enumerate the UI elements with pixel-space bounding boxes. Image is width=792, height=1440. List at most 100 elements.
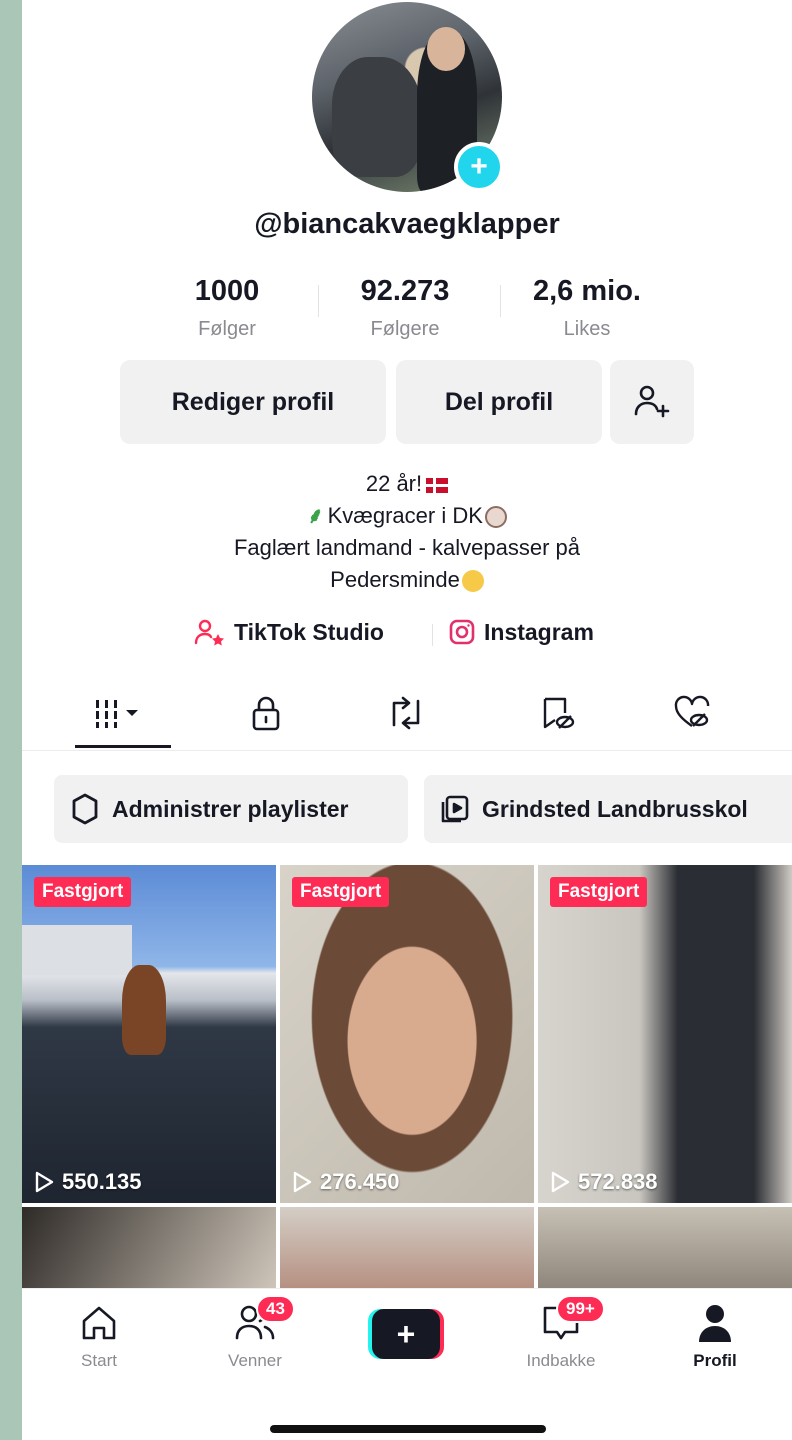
view-count: 550.135 (34, 1169, 142, 1195)
bio-line-1: 22 år! (22, 468, 792, 500)
playlists-row: Administrer playlister Grindsted Landbru… (22, 775, 792, 843)
nav-profile-icon-wrap (660, 1301, 770, 1345)
stat-divider (500, 285, 501, 317)
nav-inbox-label: Indbakke (526, 1351, 596, 1370)
view-count-value: 572.838 (578, 1169, 658, 1194)
view-count-value: 550.135 (62, 1169, 142, 1194)
thumbnail-cow (122, 965, 166, 1055)
video-thumbnail[interactable]: Fastgjort 572.838 (538, 865, 792, 1203)
profile-stats: 1000 Følger 92.273 Følgere 2,6 mio. Like… (22, 275, 792, 345)
nav-home-icon-wrap (44, 1301, 154, 1345)
profile-screen: + @biancakvaegklapper 1000 Følger 92.273… (22, 0, 792, 1440)
bio-age: 22 år! (365, 471, 423, 496)
bio-line-4: Pedersminde (22, 564, 792, 596)
manage-playlists-label: Administrer playlister (112, 795, 349, 822)
lock-icon (252, 696, 280, 731)
stat-divider (318, 285, 319, 317)
playlist-chip[interactable]: Grindsted Landbrusskol (424, 775, 792, 843)
play-icon (551, 1171, 570, 1193)
cow-face-icon (484, 506, 507, 529)
stat-followers-value: 92.273 (360, 275, 450, 307)
tab-videos[interactable] (92, 693, 152, 733)
nav-inbox[interactable]: 99+ Indbakke (506, 1295, 616, 1371)
studio-icon (194, 619, 224, 646)
pinned-badge: Fastgjort (550, 877, 648, 907)
avatar-cow (332, 57, 422, 177)
profile-icon (699, 1305, 731, 1342)
stat-likes-label: Likes (563, 318, 611, 340)
stat-followers[interactable]: 92.273 Følgere (340, 275, 470, 341)
stat-following-label: Følger (198, 318, 256, 340)
sprout-icon: ⸙ (307, 503, 324, 528)
content-tabs (22, 683, 792, 751)
nav-friends[interactable]: 43 Venner (200, 1295, 310, 1371)
home-icon (82, 1306, 116, 1340)
stat-likes-value: 2,6 mio. (533, 275, 641, 307)
bio: 22 år! ⸙ Kvægracer i DK Faglært landmand … (22, 468, 792, 596)
video-thumbnail[interactable] (538, 1207, 792, 1290)
bio-occupation: Kvægracer i DK (327, 503, 483, 528)
repost-icon (392, 696, 420, 730)
playlist-label: Grindsted Landbrusskol (482, 795, 748, 822)
nav-home[interactable]: Start (44, 1301, 154, 1371)
tab-favorites[interactable] (527, 693, 587, 733)
tab-private[interactable] (236, 693, 296, 733)
view-count-value: 276.450 (320, 1169, 400, 1194)
bottom-navigation: Start 43 Venner + 99+ Indbakke Profil (22, 1288, 792, 1388)
create-button[interactable]: + (368, 1309, 444, 1359)
add-person-icon (634, 385, 670, 418)
bio-line-3: Faglært landmand - kalvepasser på (233, 535, 581, 560)
grid-icon (96, 700, 138, 728)
link-divider (432, 624, 433, 646)
nav-inbox-icon-wrap: 99+ (506, 1295, 616, 1345)
inbox-badge: 99+ (556, 1295, 605, 1323)
instagram-link[interactable]: Instagram (448, 618, 594, 646)
plus-icon: + (372, 1309, 440, 1359)
profile-links: TikTok Studio Instagram (22, 618, 792, 652)
nav-profile[interactable]: Profil (660, 1301, 770, 1371)
active-tab-indicator (75, 745, 171, 748)
home-indicator (270, 1425, 546, 1433)
manage-playlists-button[interactable]: Administrer playlister (54, 775, 408, 843)
video-thumbnail[interactable] (22, 1207, 276, 1290)
nav-home-label: Start (81, 1351, 117, 1370)
pinned-badge: Fastgjort (34, 877, 132, 907)
share-profile-button[interactable]: Del profil (396, 360, 602, 444)
nav-friends-label: Venner (228, 1351, 282, 1370)
tiktok-studio-link[interactable]: TikTok Studio (194, 618, 384, 646)
thumbnail-building (22, 925, 132, 975)
video-thumbnail[interactable]: Fastgjort 276.450 (280, 865, 534, 1203)
view-count: 276.450 (292, 1169, 400, 1195)
friends-badge: 43 (256, 1295, 295, 1323)
video-thumbnail[interactable] (280, 1207, 534, 1290)
bookmark-hidden-icon (543, 697, 575, 729)
tiktok-studio-label: TikTok Studio (234, 618, 384, 645)
stat-likes[interactable]: 2,6 mio. Likes (512, 275, 662, 341)
view-count: 572.838 (550, 1169, 658, 1195)
instagram-label: Instagram (484, 618, 594, 645)
play-icon (35, 1171, 54, 1193)
edit-profile-button[interactable]: Rediger profil (120, 360, 386, 444)
play-icon (293, 1171, 312, 1193)
yellow-heart-icon (461, 570, 484, 593)
video-grid: Fastgjort 550.135 Fastgjort 276.450 Fast… (22, 865, 792, 1290)
nav-friends-icon-wrap: 43 (200, 1295, 310, 1345)
add-friends-button[interactable] (610, 360, 694, 444)
add-story-icon[interactable]: + (454, 142, 504, 192)
denmark-flag-icon (426, 477, 449, 493)
heart-hidden-icon (674, 695, 710, 727)
username: @biancakvaegklapper (254, 208, 560, 240)
tab-reposts[interactable] (376, 693, 436, 733)
pinned-badge: Fastgjort (292, 877, 390, 907)
playlist-icon (441, 795, 469, 823)
tab-liked[interactable] (662, 693, 722, 733)
stat-following-value: 1000 (194, 275, 260, 307)
nav-profile-label: Profil (693, 1351, 737, 1370)
stat-following[interactable]: 1000 Følger (177, 275, 277, 341)
video-thumbnail[interactable]: Fastgjort 550.135 (22, 865, 276, 1203)
bio-line-2: ⸙ Kvægracer i DK (22, 500, 792, 532)
stat-followers-label: Følgere (370, 318, 440, 340)
bio-farm: Pedersminde (330, 567, 460, 592)
background-strip (0, 0, 22, 1440)
instagram-icon (449, 619, 475, 645)
